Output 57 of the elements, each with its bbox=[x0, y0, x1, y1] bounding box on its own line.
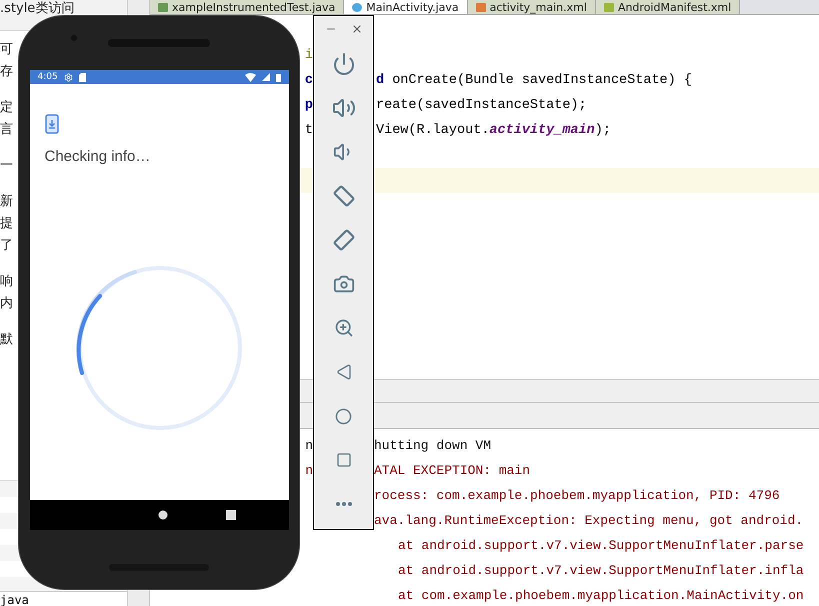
more-icon bbox=[336, 502, 352, 506]
home-button[interactable] bbox=[158, 510, 168, 520]
code-text: p bbox=[304, 98, 313, 113]
doc-text: 可 bbox=[0, 41, 13, 59]
doc-text: 一 bbox=[0, 157, 13, 175]
file-type-icon bbox=[476, 2, 486, 12]
signal-icon bbox=[262, 73, 270, 81]
status-message: Checking info… bbox=[44, 148, 152, 165]
doc-text: 言 bbox=[0, 121, 13, 139]
battery-icon bbox=[276, 72, 280, 82]
doc-text: 提 bbox=[0, 215, 13, 233]
code-text: reate(savedInstanceState); bbox=[376, 98, 587, 113]
log-text: hutting down VM bbox=[374, 438, 492, 453]
log-text: rocess: com.example.phoebem.myapplication, PID: 4796 bbox=[374, 488, 780, 503]
back-triangle-icon bbox=[336, 364, 352, 380]
code-text: i bbox=[304, 48, 313, 63]
zoom-in-icon bbox=[334, 318, 354, 338]
file-type-icon bbox=[604, 2, 614, 12]
phone-download-icon bbox=[44, 114, 58, 134]
doc-text: 响 bbox=[0, 273, 13, 291]
sd-card-icon bbox=[78, 72, 86, 82]
code-text: d onCreate(Bundle savedInstanceState) { bbox=[376, 73, 692, 88]
status-time: 4:05 bbox=[38, 72, 58, 82]
log-text: ava.lang.RuntimeException: Expecting menu, got android. bbox=[374, 513, 804, 528]
volume-up-icon bbox=[332, 96, 356, 120]
log-text: at android.support.v7.view.SupportMenuInflater.infla bbox=[397, 563, 804, 578]
editor-tab[interactable]: activity_main.xml bbox=[468, 0, 596, 14]
file-type-icon bbox=[158, 2, 168, 12]
log-text: n bbox=[305, 438, 313, 453]
doc-text: .style类访问 bbox=[0, 0, 74, 18]
camera-icon bbox=[332, 273, 354, 295]
code-text: View(R.layout.activity_main); bbox=[376, 123, 611, 138]
log-text: at android.support.v7.view.SupportMenuInflater.parse bbox=[397, 538, 804, 553]
log-text: ATAL EXCEPTION: main bbox=[374, 463, 530, 478]
doc-text: 新 bbox=[0, 193, 13, 211]
log-text: at com.example.phoebem.myapplication.MainActivity.on bbox=[397, 588, 804, 603]
settings-icon bbox=[64, 72, 73, 82]
tilted-phone-icon bbox=[332, 184, 356, 208]
editor-tab[interactable]: xampleInstrumentedTest.java bbox=[150, 0, 344, 14]
tilted-phone-icon bbox=[332, 228, 356, 252]
doc-text: 存 bbox=[0, 63, 13, 81]
doc-text: 了 bbox=[0, 237, 13, 255]
power-icon bbox=[332, 52, 356, 76]
doc-text: 默 bbox=[0, 331, 13, 349]
doc-text: 定 bbox=[0, 99, 13, 117]
square-icon bbox=[336, 452, 352, 468]
editor-tab[interactable]: AndroidManifest.xml bbox=[596, 0, 740, 14]
overview-button[interactable] bbox=[226, 510, 236, 520]
file-type-icon bbox=[352, 2, 362, 12]
circle-icon bbox=[335, 408, 352, 424]
log-text: n bbox=[305, 463, 313, 478]
code-text: c bbox=[304, 73, 313, 88]
close-icon[interactable] bbox=[350, 23, 362, 35]
wifi-icon bbox=[244, 72, 256, 82]
code-text: t bbox=[304, 123, 313, 138]
doc-text: 内 bbox=[0, 295, 13, 313]
editor-tab[interactable]: MainActivity.java bbox=[344, 0, 468, 14]
